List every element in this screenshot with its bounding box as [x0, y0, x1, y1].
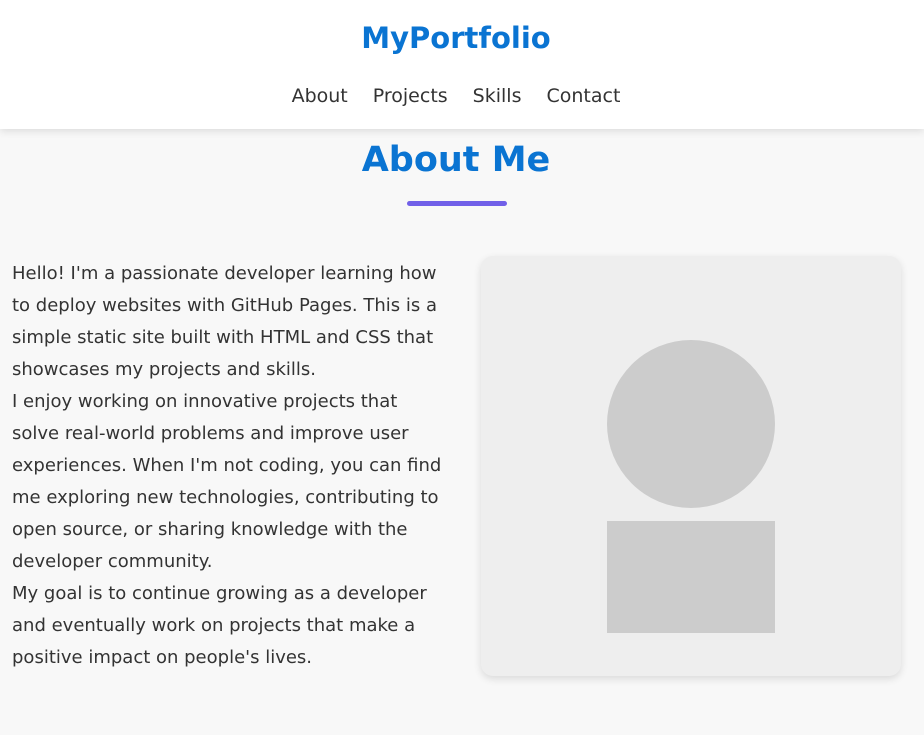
- section-title: About Me: [361, 140, 551, 180]
- nav-link-skills[interactable]: Skills: [473, 83, 522, 109]
- nav-link-about[interactable]: About: [292, 83, 348, 109]
- title-underline: [407, 201, 507, 206]
- about-paragraph: Hello! I'm a passionate developer learni…: [12, 263, 437, 380]
- main-nav: About Projects Skills Contact: [0, 83, 912, 109]
- about-paragraph: I enjoy working on innovative projects t…: [12, 391, 442, 572]
- site-header: MyPortfolio About Projects Skills Contac…: [0, 0, 924, 129]
- profile-placeholder-head-icon: [607, 340, 775, 508]
- about-paragraph: My goal is to continue growing as a deve…: [12, 583, 427, 668]
- nav-link-projects[interactable]: Projects: [373, 83, 448, 109]
- profile-placeholder-body-icon: [607, 521, 775, 633]
- site-logo[interactable]: MyPortfolio: [0, 19, 912, 57]
- profile-image-card: [481, 256, 901, 676]
- nav-link-contact[interactable]: Contact: [546, 83, 620, 109]
- about-text: Hello! I'm a passionate developer learni…: [12, 258, 442, 674]
